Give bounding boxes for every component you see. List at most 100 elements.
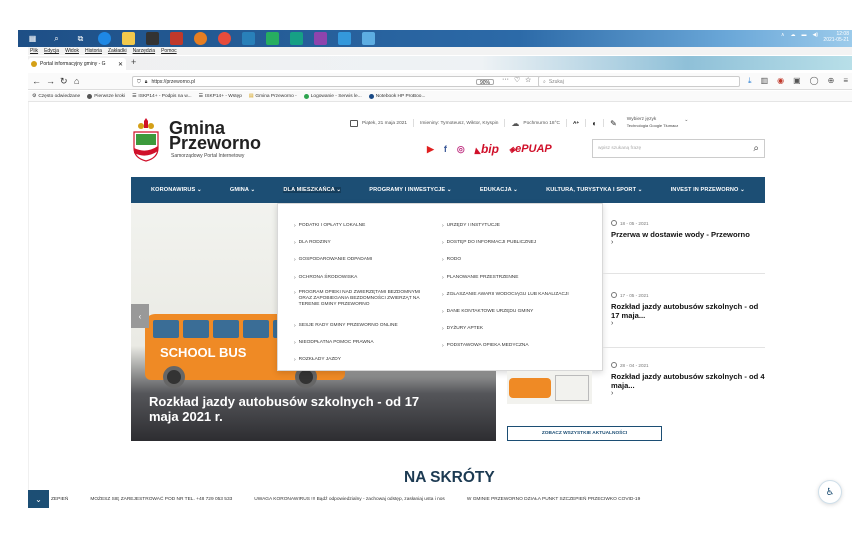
chevron-right-icon[interactable]: › [611,239,766,246]
dropdown-item[interactable]: › NIEODPŁATNA POMOC PRAWNA [294,340,444,346]
contrast-icon[interactable]: ◐ [592,119,597,128]
bookmark-item[interactable]: ☰ ISKP14+ - Wstęp [199,94,242,99]
hero-caption[interactable]: Rozkład jazdy autobusów szkolnych - od 1… [149,394,449,424]
font-size-button[interactable]: A+ [573,121,579,126]
system-tray[interactable]: ∧ ☁ ▬ ◀) [781,32,818,38]
dropdown-item[interactable]: › PLANOWANIE PRZESTRZENNE [442,275,592,281]
dropdown-item[interactable]: › DLA RODZINY [294,240,444,246]
shield-icon[interactable]: ⛉ [137,79,141,85]
dropdown-item[interactable]: › RODO [442,257,592,263]
app2-icon[interactable] [242,32,255,45]
download-icon[interactable]: ⤓ [748,76,752,86]
menu-bookmarks[interactable]: Zakładki [108,48,127,54]
page-actions-icon[interactable]: ··· [502,76,509,83]
bookmark-item[interactable]: Notebook HP ProBoo... [368,93,425,99]
app5-icon[interactable] [314,32,327,45]
news-title[interactable]: Przerwa w dostawie wody - Przeworno [611,230,766,239]
explorer-icon[interactable] [122,32,135,45]
app3-icon[interactable] [266,32,279,45]
slider-prev-button[interactable]: ‹ [131,304,149,328]
opera-icon[interactable] [218,32,231,45]
chevron-right-icon[interactable]: › [611,390,766,397]
close-tab-icon[interactable]: ✕ [118,61,123,68]
ticker-item[interactable]: UWAGA KORONAWIRUS !!! Bądź odpowiedzialn… [254,497,445,502]
menu-view[interactable]: Widok [65,48,79,54]
menu-history[interactable]: Historia [85,48,102,54]
bookmark-item[interactable]: Logowanie - Serwis le... [303,93,362,99]
ticker-item[interactable]: W GMINIE PRZEWORNO DZIAŁA PUNKT SZCZEPIE… [467,497,640,502]
search-icon[interactable]: ⌕ [50,32,63,45]
news-title[interactable]: Rozkład jazdy autobusów szkolnych - od 1… [611,302,766,320]
network-icon[interactable]: ▬ [801,32,806,38]
youtube-icon[interactable]: ▶ [427,144,434,155]
news-title[interactable]: Rozkład jazdy autobusów szkolnych - od 4… [611,372,766,390]
chevron-up-icon[interactable]: ∧ [781,32,785,38]
forward-icon[interactable]: → [46,76,55,86]
news-item[interactable]: 17 - 05 - 2021 Rozkład jazdy autobusów s… [611,292,766,327]
dropdown-item[interactable]: › URZĘDY I INSTYTUCJE [442,223,592,229]
edge-icon[interactable] [98,32,111,45]
chevron-down-icon[interactable]: ⌄ [684,118,688,123]
app7-icon[interactable] [362,32,375,45]
instagram-icon[interactable]: ◎ [457,144,465,155]
nav-invest[interactable]: INVEST IN PRZEWORNO ⌄ [671,187,745,193]
task-view-icon[interactable]: ⧉ [74,32,87,45]
library-icon[interactable]: ▥ [761,76,769,86]
epuap-link[interactable]: ◈ePUAP [509,143,552,155]
app4-icon[interactable] [290,32,303,45]
browser-tab[interactable]: Portal informacyjny gminy - G ✕ [28,58,126,70]
translate-icon[interactable]: ✎ [610,119,617,128]
accessibility-button[interactable]: ♿︎ [818,480,842,504]
dropdown-item[interactable]: › PODSTAWOWA OPIEKA MEDYCZNA [442,343,592,349]
app-icon[interactable] [170,32,183,45]
bookmark-item[interactable]: ☰ ISKP14+ - Podpis na w... [132,94,192,99]
site-search-input[interactable]: wpisz szukaną frazę ⌕ [592,139,765,158]
bookmark-item[interactable]: ⚙ Często odwiedzane [32,94,80,99]
dropdown-item[interactable]: › SESJE RADY GMINY PRZEWORNO ONLINE [294,323,444,329]
firefox-icon[interactable] [194,32,207,45]
news-item[interactable]: 28 - 04 - 2021 Rozkład jazdy autobusów s… [611,362,766,397]
pocket-icon[interactable]: ♡ [514,76,520,84]
search-icon[interactable]: ⌕ [753,143,759,154]
taskbar-clock[interactable]: 12:08 2021-05-21 [823,31,849,43]
cloud-icon[interactable]: ☁ [790,32,795,38]
nav-dla-mieszkanca[interactable]: DLA MIESZKAŃCA ⌄ [283,187,342,193]
bookmark-item[interactable]: Pierwsze kroki [87,93,125,99]
addon-icon[interactable]: ⊕ [828,76,835,86]
facebook-icon[interactable]: f [444,144,447,154]
nav-koronawirus[interactable]: KORONAWIRUS ⌄ [151,187,202,193]
chevron-right-icon[interactable]: › [611,320,766,327]
dropdown-item[interactable]: › ZGŁASZANIE AWARII WODOCIĄGU LUB KANALIZ… [442,292,592,298]
windows-start-icon[interactable]: ▦ [26,32,39,45]
lock-icon[interactable]: 🔒︎ [145,79,148,85]
menu-tools[interactable]: Narzędzia [133,48,156,54]
dropdown-item[interactable]: › DANE KONTAKTOWE URZĘDU GMINY [442,309,592,315]
dropdown-item[interactable]: › PROGRAM OPIEKI NAD ZWIERZĘTAMI BEZDOMNY… [294,290,434,308]
bookmark-item[interactable]: ▤ Gmina Przeworno - [249,94,297,99]
dropdown-item[interactable]: › DYŻURY APTEK [442,326,592,332]
back-icon[interactable]: ← [32,76,41,86]
store-icon[interactable] [146,32,159,45]
ticker-item[interactable]: ZEPIEŃ [51,497,68,502]
nav-gmina[interactable]: GMINA ⌄ [230,187,255,193]
all-news-button[interactable]: ZOBACZ WSZYSTKIE AKTUALNOŚCI [507,426,662,441]
news-item[interactable]: 18 - 05 - 2021 Przerwa w dostawie wody -… [611,220,766,246]
nav-kultura[interactable]: KULTURA, TURYSTYKA I SPORT ⌄ [546,187,642,193]
dropdown-item[interactable]: › GOSPODAROWANIE ODPADAMI [294,257,444,263]
chevron-down-icon[interactable]: ⌄ [28,490,49,508]
nav-programy[interactable]: PROGRAMY I INWESTYCJE ⌄ [369,187,451,193]
star-icon[interactable]: ☆ [525,76,531,84]
site-logo[interactable]: Gmina Przeworno Samorządowy Portal Inter… [131,118,261,166]
dropdown-item[interactable]: › OCHRONA ŚRODOWISKA [294,275,444,281]
menu-help[interactable]: Pomoc [161,48,177,54]
menu-file[interactable]: Plik [30,48,38,54]
dropdown-item[interactable]: › DOSTĘP DO INFORMACJI PUBLICZNEJ [442,240,592,246]
browser-search-input[interactable]: ⌕ Szukaj [538,76,740,87]
zoom-level[interactable]: 90% [476,79,495,86]
bip-link[interactable]: ◣bip [475,142,499,156]
dropdown-item[interactable]: › PODATKI I OPŁATY LOKALNE [294,223,444,229]
dropdown-item[interactable]: › ROZKŁADY JAZDY [294,357,444,363]
reload-icon[interactable]: ↻ [60,76,68,87]
new-tab-button[interactable]: + [131,57,136,67]
hamburger-menu-icon[interactable]: ≡ [843,76,848,86]
